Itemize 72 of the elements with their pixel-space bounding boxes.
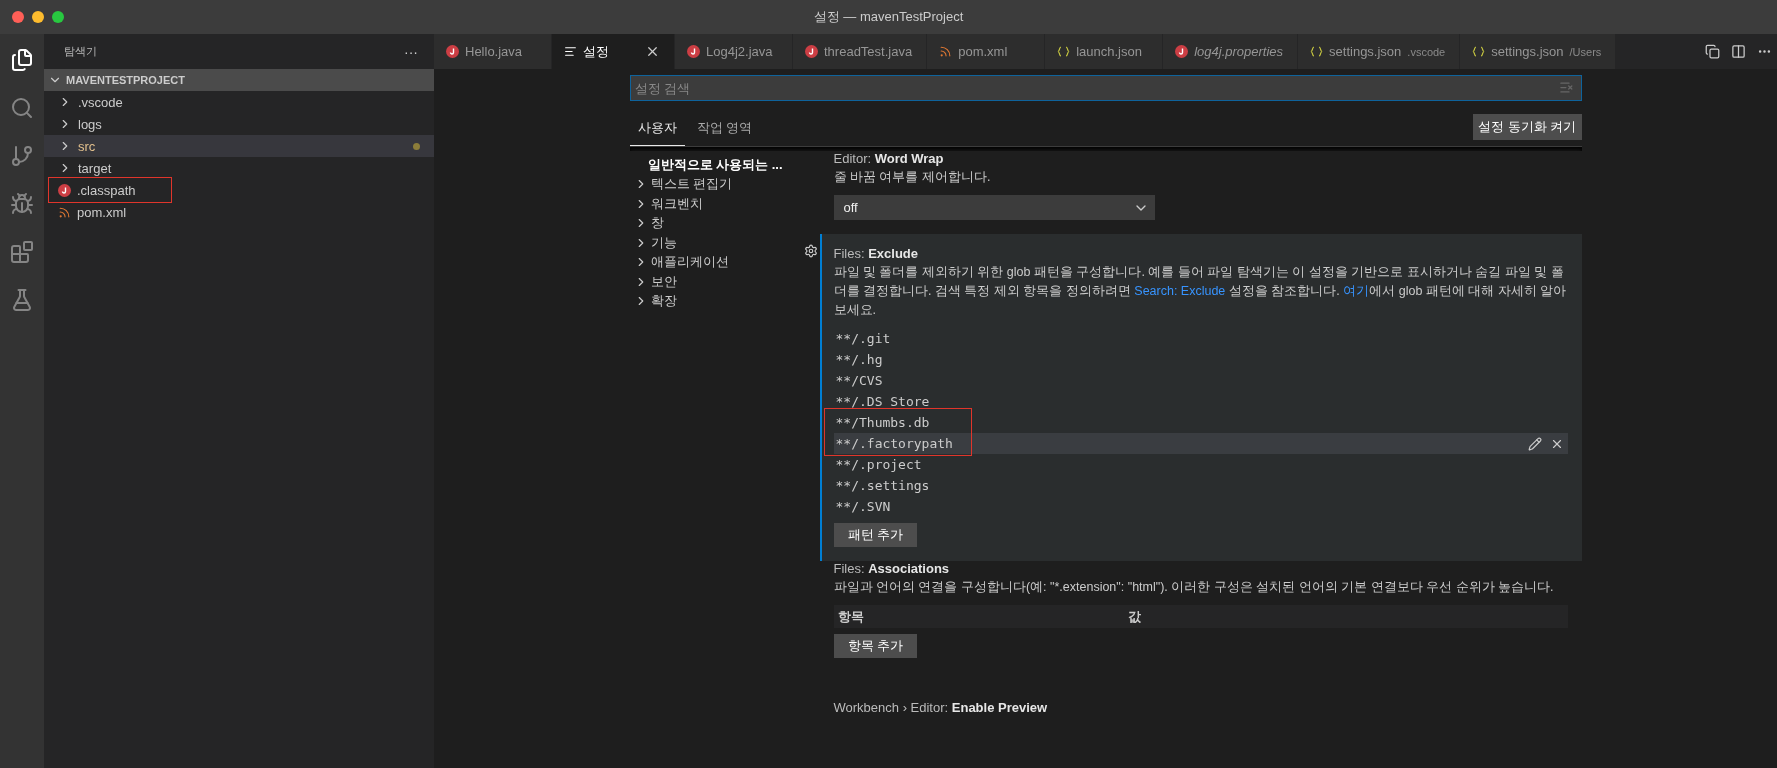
scope-tab[interactable]: 사용자 [629,113,685,146]
pattern-row[interactable]: **/.settings [833,475,1568,496]
toc-item[interactable]: 워크벤치 [629,194,820,214]
dropdown[interactable]: off [833,195,1155,220]
tree-item[interactable]: logs [44,113,434,135]
rss-icon [939,45,953,58]
editor-tab[interactable]: settings.json /Users [1460,34,1617,69]
setting-title: Editor: Word Wrap [833,151,944,166]
pattern-row[interactable]: **/.project [833,454,1568,475]
toc-item[interactable]: 애플리케이션 [629,252,820,272]
add-item-button[interactable]: 항목 추가 [833,634,918,658]
braces-icon [1472,46,1486,57]
copy-icon[interactable] [1704,44,1720,59]
tree-item[interactable]: .vscode [44,91,434,113]
sync-button[interactable]: 설정 동기화 켜기 [1473,114,1582,140]
editor-tab[interactable]: threadTest.java [793,34,928,69]
rss-icon [58,205,71,219]
setting-link[interactable]: Search: Exclude [1134,284,1226,298]
scope-tab[interactable]: 작업 영역 [688,113,761,146]
toc-item[interactable]: 창 [629,213,820,233]
java-file-icon [1175,45,1189,58]
pattern-row[interactable]: **/.DS_Store [833,391,1568,412]
java-file-icon [805,45,818,58]
setting-title: Files: Associations [833,561,950,576]
window-zoom-button[interactable] [52,11,64,23]
section-header[interactable]: MAVENTESTPROJECT [44,69,434,91]
add-pattern-button[interactable]: 패턴 추가 [833,523,918,547]
tree-item[interactable]: .classpath [44,179,434,201]
window-title: 설정 — mavenTestProject [813,8,964,26]
pattern-row[interactable]: **/CVS [833,370,1568,391]
editor-tab[interactable]: pom.xml [927,34,1046,69]
lines-icon [564,45,577,58]
pattern-row[interactable]: **/Thumbs.db [833,412,1568,433]
java-file-icon [446,45,459,58]
toc-item[interactable]: 확장 [629,291,820,311]
toc-item[interactable]: 기능 [629,233,820,253]
setting-title: Workbench › Editor: Enable Preview [833,700,1048,715]
split-icon[interactable] [1730,44,1746,59]
table-header: 항목 값 [833,605,1568,628]
editor-tab[interactable]: settings.json .vscode [1298,34,1461,69]
editor-tab[interactable]: log4j.properties [1163,34,1299,69]
setting-description: 파일과 언어의 연결을 구성합니다(예: "*.extension": "html"). 이러한 구성은 설치된 언어의 기본 연결보다 우선 순위가 높습니다. [833,579,1555,596]
tree-item[interactable]: src [44,135,434,157]
more-button[interactable]: ··· [404,43,418,60]
editor-tab[interactable]: Hello.java [434,34,552,69]
setting-title: Files: Exclude [833,246,919,261]
setting-link[interactable]: 여기 [1343,284,1370,298]
pattern-row[interactable]: **/.SVN [833,496,1568,517]
pattern-row[interactable]: **/.hg [833,349,1568,370]
sidebar-title: 탐색기 [64,44,97,59]
pattern-row[interactable]: **/.factorypath [833,433,1568,454]
tree-item[interactable]: pom.xml [44,201,434,223]
gear-icon[interactable] [803,244,818,258]
editor-tab[interactable]: launch.json [1045,34,1164,69]
java-file-icon [687,45,700,58]
toc-item[interactable]: 보안 [629,272,820,292]
pattern-row[interactable]: **/.git [833,328,1568,349]
tree-item[interactable]: target [44,157,434,179]
java-file-icon [58,183,71,197]
editor-tab[interactable]: 설정 [552,34,675,69]
setting-description: 줄 바꿈 여부를 제어합니다. [833,169,992,186]
braces-icon [1310,46,1324,57]
setting-description: 파일 및 폴더를 제외하기 위한 glob 패턴을 구성합니다. 예를 들어 파일 탐색기는 이 설정을 기반으로 표시하거나 숨길 파일 및 폴더를 결정합니다. 검색 특정 제외 항목을 정의하려면 Search: Exclude 설정을 참조합니다. 여기에서 glob 패턴에 대해 자세히 알아보세요. [833,264,1568,319]
window-close-button[interactable] [12,11,24,23]
modified-dot [413,142,420,150]
editor-tab[interactable]: Log4j2.java [675,34,793,69]
toc-item[interactable]: 텍스트 편집기 [629,174,820,194]
search-field[interactable]: 설정 검색 [629,75,1582,101]
window-minimize-button[interactable] [32,11,44,23]
edit-icon[interactable] [1527,436,1542,451]
toc-item[interactable]: 일반적으로 사용되는 ... [629,155,820,175]
braces-icon [1057,46,1071,57]
